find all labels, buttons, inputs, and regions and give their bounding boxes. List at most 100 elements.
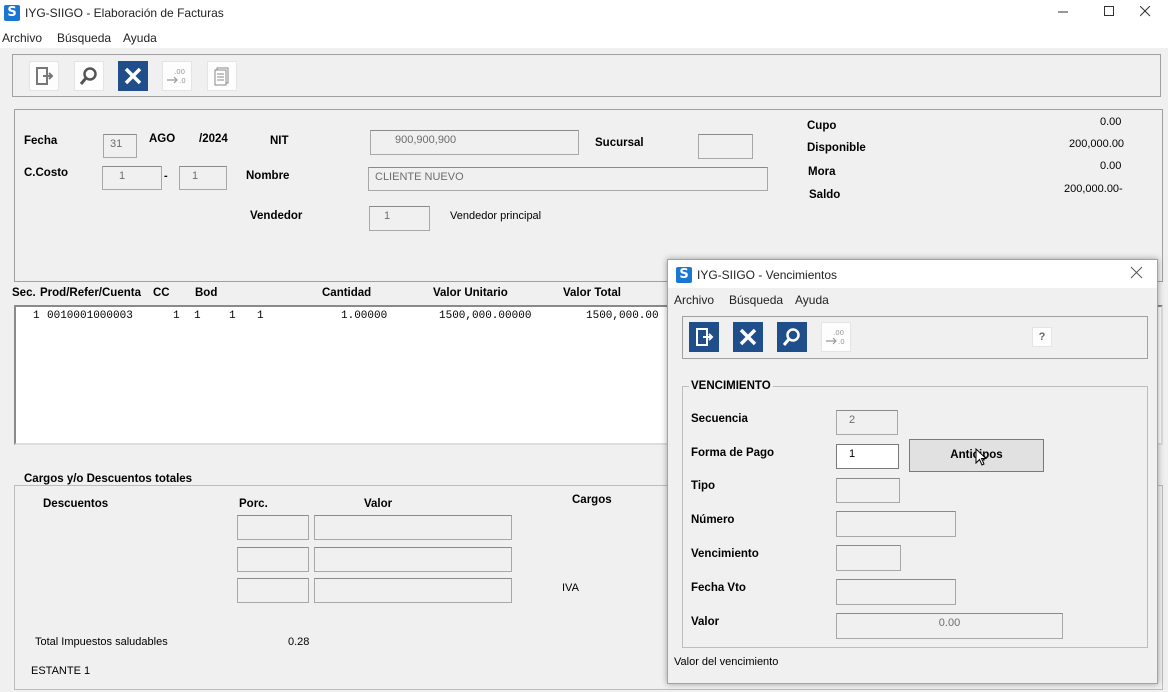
- svg-text:.00: .00: [174, 68, 185, 76]
- menu-ayuda[interactable]: Ayuda: [123, 31, 157, 45]
- cell-c1: 1: [173, 310, 180, 322]
- svg-text:.0: .0: [179, 77, 186, 85]
- disponible-label: Disponible: [807, 142, 866, 154]
- col-bod: Bod: [195, 287, 218, 299]
- ccosto-separator: -: [164, 170, 168, 182]
- descuento-porc-2[interactable]: [237, 547, 309, 572]
- decimals-icon: .00 .0: [826, 329, 845, 346]
- dialog-menu-bar: Archivo Búsqueda Ayuda: [668, 288, 1157, 310]
- vendedor-label: Vendedor: [250, 210, 303, 222]
- cell-prod: 0010001000003: [47, 310, 133, 322]
- ccosto-label: C.Costo: [24, 167, 69, 179]
- maximize-icon: [1103, 6, 1114, 16]
- tipo-label: Tipo: [691, 480, 716, 492]
- dialog-decimals-button[interactable]: .00 .0: [821, 322, 851, 352]
- descuento-valor-3[interactable]: [314, 578, 512, 603]
- cell-valor-total: 1500,000.00: [586, 310, 659, 322]
- dialog-toolbar: .00 .0 ?: [682, 316, 1148, 359]
- forma-pago-field[interactable]: 1: [836, 444, 899, 469]
- main-title-bar: S IYG-SIIGO - Elaboración de Facturas: [0, 0, 1168, 26]
- descuento-porc-1[interactable]: [237, 515, 309, 540]
- dialog-search-button[interactable]: [777, 322, 807, 352]
- sucursal-label: Sucursal: [595, 137, 644, 149]
- valor-label-dialog: Valor: [691, 616, 720, 628]
- fecha-day-field[interactable]: 31: [103, 134, 137, 158]
- close-icon: [1139, 5, 1150, 17]
- nit-field[interactable]: 900,900,900: [370, 130, 579, 155]
- minimize-button[interactable]: [1040, 0, 1086, 26]
- fecha-month: AGO: [149, 133, 176, 145]
- vencimiento-label: Vencimiento: [691, 548, 759, 560]
- exit-icon: [696, 328, 714, 346]
- close-button[interactable]: [1122, 0, 1168, 26]
- fecha-vto-field[interactable]: [836, 579, 956, 605]
- cargos-group-title: Cargos y/o Descuentos totales: [22, 473, 195, 485]
- menu-archivo[interactable]: Archivo: [2, 31, 42, 45]
- nombre-field[interactable]: CLIENTE NUEVO: [368, 167, 768, 191]
- sucursal-field[interactable]: [698, 134, 753, 159]
- search-button[interactable]: [74, 61, 104, 91]
- vendedor-field[interactable]: 1: [369, 206, 430, 231]
- vencimiento-field[interactable]: [836, 545, 901, 571]
- dialog-menu-busqueda[interactable]: Búsqueda: [729, 293, 783, 307]
- dialog-title-bar: S IYG-SIIGO - Vencimientos: [668, 260, 1157, 288]
- ccosto-field-2[interactable]: 1: [179, 166, 227, 190]
- secuencia-field[interactable]: 2: [836, 410, 898, 435]
- cell-c2: 1: [194, 310, 201, 322]
- main-menu-bar: Archivo Búsqueda Ayuda: [0, 26, 1168, 48]
- status-text: Valor del vencimiento: [674, 656, 779, 668]
- saldo-value: 200,000.00-: [1064, 183, 1123, 195]
- col-valor-unitario: Valor Unitario: [433, 287, 508, 299]
- descuento-porc-3[interactable]: [237, 578, 309, 603]
- total-impuestos-label: Total Impuestos saludables: [35, 636, 168, 648]
- exit-button[interactable]: [29, 61, 59, 91]
- document-button[interactable]: [207, 61, 237, 91]
- header-panel: [14, 109, 1163, 282]
- cupo-value: 0.00: [1100, 116, 1122, 128]
- descuento-valor-2[interactable]: [314, 547, 512, 572]
- numero-label: Número: [691, 514, 735, 526]
- secuencia-label: Secuencia: [691, 413, 748, 425]
- delete-icon: [739, 328, 757, 346]
- porc-label: Porc.: [239, 498, 268, 510]
- close-icon: [1130, 266, 1143, 279]
- main-toolbar: .00 .0: [12, 54, 1161, 97]
- nombre-label: Nombre: [246, 170, 290, 182]
- cell-cantidad: 1.00000: [341, 310, 388, 322]
- dialog-menu-archivo[interactable]: Archivo: [674, 293, 714, 307]
- saldo-label: Saldo: [809, 189, 841, 201]
- dialog-close-button[interactable]: [1130, 266, 1146, 282]
- siigo-logo-icon: S: [4, 5, 20, 21]
- cargos-label: Cargos: [572, 494, 612, 506]
- numero-field[interactable]: [836, 511, 956, 537]
- descuento-valor-1[interactable]: [314, 515, 512, 540]
- delete-icon: [124, 67, 142, 85]
- dialog-delete-button[interactable]: [733, 322, 763, 352]
- col-cantidad: Cantidad: [322, 287, 372, 299]
- vendedor-name: Vendedor principal: [450, 210, 542, 222]
- decimals-button[interactable]: .00 .0: [162, 61, 192, 91]
- nit-label: NIT: [270, 135, 289, 147]
- dialog-title: IYG-SIIGO - Vencimientos: [697, 268, 838, 282]
- forma-pago-label: Forma de Pago: [691, 447, 775, 459]
- cell-valor-unitario: 1500,000.00000: [439, 310, 532, 322]
- mora-label: Mora: [808, 166, 836, 178]
- valor-field[interactable]: 0.00: [836, 613, 1063, 639]
- cell-c3: 1: [229, 310, 236, 322]
- dialog-menu-ayuda[interactable]: Ayuda: [795, 293, 829, 307]
- help-button[interactable]: ?: [1032, 327, 1052, 347]
- ccosto-field-1[interactable]: 1: [102, 166, 162, 190]
- vencimiento-group-title: VENCIMIENTO: [689, 380, 773, 392]
- tipo-field[interactable]: [836, 478, 900, 503]
- col-valor-total: Valor Total: [563, 287, 621, 299]
- cupo-label: Cupo: [807, 120, 837, 132]
- menu-busqueda[interactable]: Búsqueda: [57, 31, 111, 45]
- cell-sec: 1: [33, 310, 40, 322]
- vencimientos-dialog: S IYG-SIIGO - Vencimientos Archivo Búsqu…: [667, 259, 1158, 684]
- delete-button[interactable]: [118, 61, 148, 91]
- dialog-exit-button[interactable]: [689, 322, 719, 352]
- svg-text:.00: .00: [833, 329, 844, 337]
- mouse-cursor-icon: [975, 448, 988, 466]
- disponible-value: 200,000.00: [1069, 138, 1125, 150]
- exit-icon: [36, 67, 54, 85]
